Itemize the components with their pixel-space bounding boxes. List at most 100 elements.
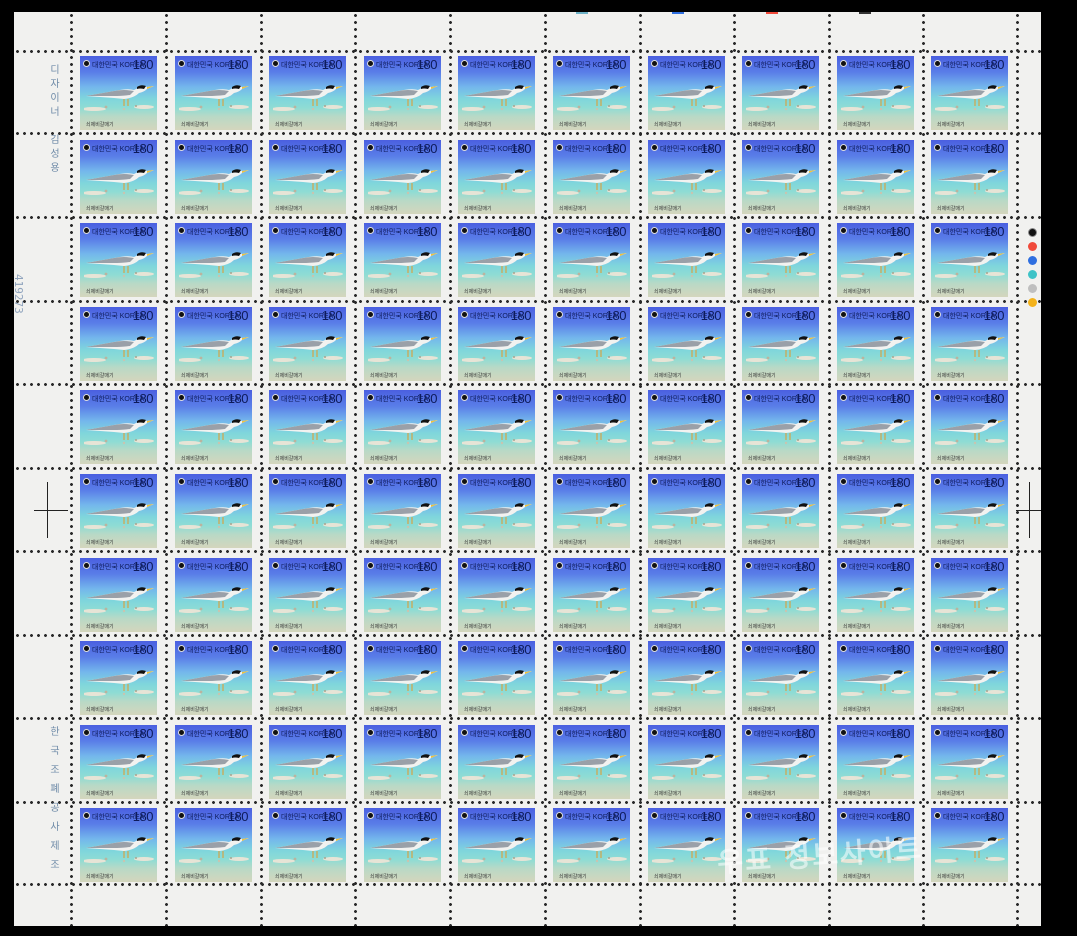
stamp-header: 대한민국 KOREA 180	[931, 224, 1008, 239]
stamp-caption: 쇠제비갈매기	[559, 289, 587, 295]
stamp-header: 대한민국 KOREA 180	[553, 141, 630, 156]
tern-bird-icon	[82, 826, 154, 866]
tern-bird-icon	[555, 826, 627, 866]
stamp-caption: 쇠제비갈매기	[843, 289, 871, 295]
stamp-header: 대한민국 KOREA 180	[837, 391, 914, 406]
stamp-caption: 쇠제비갈매기	[464, 540, 492, 546]
stamp: 대한민국 KOREA 180 쇠제비갈매기	[742, 223, 819, 297]
stamp-value: 180	[321, 224, 343, 239]
stamp-caption: 쇠제비갈매기	[86, 206, 114, 212]
stamp-header: 대한민국 KOREA 180	[742, 141, 819, 156]
stamp-caption: 쇠제비갈매기	[559, 373, 587, 379]
stamp-caption: 쇠제비갈매기	[370, 791, 398, 797]
tern-bird-icon	[933, 325, 1005, 365]
stamp: 대한민국 KOREA 180 쇠제비갈매기	[648, 558, 725, 632]
korea-seal-icon	[178, 729, 185, 736]
stamp-caption: 쇠제비갈매기	[181, 791, 209, 797]
stamp-header: 대한민국 KOREA 180	[364, 809, 441, 824]
stamp-header: 대한민국 KOREA 180	[458, 141, 535, 156]
stamp: 대한민국 KOREA 180 쇠제비갈매기	[269, 223, 346, 297]
stamp-value: 180	[510, 308, 532, 323]
stamp-caption: 쇠제비갈매기	[654, 874, 682, 880]
korea-seal-icon	[745, 562, 752, 569]
tern-bird-icon	[555, 74, 627, 114]
stamp-header: 대한민국 KOREA 180	[837, 224, 914, 239]
stamp-value: 180	[132, 642, 154, 657]
korea-seal-icon	[556, 729, 563, 736]
stamp-caption: 쇠제비갈매기	[181, 373, 209, 379]
korea-seal-icon	[461, 60, 468, 67]
stamp-value: 180	[321, 475, 343, 490]
stamp: 대한민국 KOREA 180 쇠제비갈매기	[742, 390, 819, 464]
tern-bird-icon	[82, 408, 154, 448]
stamp-header: 대한민국 KOREA 180	[458, 391, 535, 406]
korea-seal-icon	[840, 60, 847, 67]
tern-bird-icon	[177, 492, 249, 532]
stamp-value: 180	[889, 475, 911, 490]
color-dot	[1028, 270, 1037, 279]
stamp-value: 180	[889, 642, 911, 657]
stamp-header: 대한민국 KOREA 180	[364, 726, 441, 741]
tern-bird-icon	[460, 325, 532, 365]
stamp-value: 180	[321, 642, 343, 657]
stamp-header: 대한민국 KOREA 180	[458, 57, 535, 72]
stamp-header: 대한민국 KOREA 180	[269, 726, 346, 741]
stamp: 대한민국 KOREA 180 쇠제비갈매기	[269, 474, 346, 548]
korea-seal-icon	[745, 394, 752, 401]
stamp: 대한민국 KOREA 180 쇠제비갈매기	[931, 725, 1008, 799]
korea-seal-icon	[367, 144, 374, 151]
stamp-value: 180	[605, 642, 627, 657]
korea-seal-icon	[840, 812, 847, 819]
korea-seal-icon	[934, 562, 941, 569]
stamp-value: 180	[510, 809, 532, 824]
stamp-caption: 쇠제비갈매기	[843, 540, 871, 546]
stamp: 대한민국 KOREA 180 쇠제비갈매기	[175, 558, 252, 632]
stamp: 대한민국 KOREA 180 쇠제비갈매기	[364, 56, 441, 130]
stamp-header: 대한민국 KOREA 180	[648, 141, 725, 156]
stamp-value: 180	[416, 57, 438, 72]
stamp-caption: 쇠제비갈매기	[275, 540, 303, 546]
margin-character: 조	[50, 860, 60, 871]
stamp-value: 180	[416, 141, 438, 156]
tern-bird-icon	[650, 576, 722, 616]
stamp: 대한민국 KOREA 180 쇠제비갈매기	[364, 808, 441, 882]
stamp-header: 대한민국 KOREA 180	[837, 726, 914, 741]
stamp: 대한민국 KOREA 180 쇠제비갈매기	[175, 474, 252, 548]
stamp-value: 180	[321, 308, 343, 323]
korea-seal-icon	[367, 60, 374, 67]
korea-seal-icon	[83, 144, 90, 151]
stamp-header: 대한민국 KOREA 180	[553, 559, 630, 574]
stamp-caption: 쇠제비갈매기	[748, 624, 776, 630]
stamp: 대한민국 KOREA 180 쇠제비갈매기	[175, 725, 252, 799]
stamp: 대한민국 KOREA 180 쇠제비갈매기	[931, 56, 1008, 130]
stamp-caption: 쇠제비갈매기	[654, 624, 682, 630]
tern-bird-icon	[744, 743, 816, 783]
stamp-caption: 쇠제비갈매기	[748, 206, 776, 212]
stamp-caption: 쇠제비갈매기	[181, 624, 209, 630]
tern-bird-icon	[366, 158, 438, 198]
korea-seal-icon	[272, 645, 279, 652]
stamp-value: 180	[700, 726, 722, 741]
stamp-header: 대한민국 KOREA 180	[175, 726, 252, 741]
stamp-value: 180	[700, 141, 722, 156]
stamp: 대한민국 KOREA 180 쇠제비갈매기	[175, 223, 252, 297]
stamp: 대한민국 KOREA 180 쇠제비갈매기	[175, 307, 252, 381]
stamp: 대한민국 KOREA 180 쇠제비갈매기	[837, 307, 914, 381]
stamp: 대한민국 KOREA 180 쇠제비갈매기	[648, 307, 725, 381]
tern-bird-icon	[555, 576, 627, 616]
tern-bird-icon	[366, 826, 438, 866]
stamp: 대한민국 KOREA 180 쇠제비갈매기	[364, 307, 441, 381]
stamp-value: 180	[227, 57, 249, 72]
stamp-value: 180	[510, 57, 532, 72]
stamp: 대한민국 KOREA 180 쇠제비갈매기	[553, 390, 630, 464]
stamp-caption: 쇠제비갈매기	[181, 456, 209, 462]
tern-bird-icon	[460, 492, 532, 532]
tern-bird-icon	[744, 325, 816, 365]
stamp-header: 대한민국 KOREA 180	[553, 308, 630, 323]
tern-bird-icon	[460, 576, 532, 616]
stamp-value: 180	[510, 141, 532, 156]
korea-seal-icon	[83, 60, 90, 67]
stamp-header: 대한민국 KOREA 180	[175, 224, 252, 239]
stamp-header: 대한민국 KOREA 180	[80, 559, 157, 574]
tern-bird-icon	[271, 576, 343, 616]
